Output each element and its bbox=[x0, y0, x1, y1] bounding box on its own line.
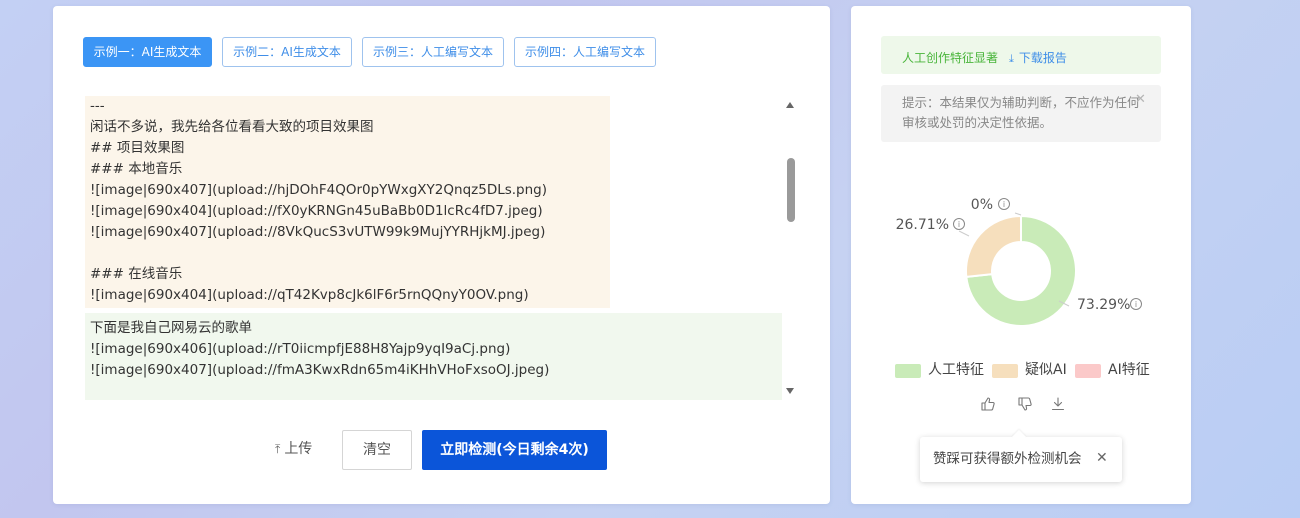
label-leader-line bbox=[958, 230, 970, 237]
upload-label: 上传 bbox=[284, 441, 313, 457]
info-icon-glyph: i bbox=[1003, 200, 1005, 209]
suspect-line: ![image|690x407](upload://hjDOhF4QOr0pYW… bbox=[90, 182, 548, 198]
result-donut-chart: 73.29% i 26.71% i 0% i bbox=[896, 197, 1142, 327]
suspect-line bbox=[90, 243, 610, 264]
download-report-link[interactable]: ⤓ 下载报告 bbox=[1009, 49, 1067, 66]
close-icon[interactable]: ✕ bbox=[1135, 93, 1146, 107]
detection-input-card: 示例一：AI生成文本 示例二：AI生成文本 示例三：人工编写文本 示例四：人工编… bbox=[53, 6, 830, 504]
suspect-line: ### 在线音乐 bbox=[90, 266, 183, 282]
result-label: 人工创作特征显著 bbox=[902, 51, 999, 65]
human-line: ![image|690x407](upload://fmA3KwxRdn65m4… bbox=[90, 362, 550, 378]
slice-label: 73.29% bbox=[1077, 297, 1130, 313]
legend-label[interactable]: 人工特征 bbox=[928, 361, 984, 379]
scrollbar-thumb[interactable] bbox=[787, 158, 795, 222]
detect-button[interactable]: 立即检测(今日剩余4次) bbox=[422, 430, 607, 470]
slice-label: 26.71% bbox=[896, 217, 949, 233]
suspect-line: ## 项目效果图 bbox=[90, 140, 185, 156]
suspect-line: ![image|690x407](upload://8VkQucS3vUTW99… bbox=[90, 224, 546, 240]
upload-icon: ⤒ bbox=[275, 442, 281, 456]
result-banner: 人工创作特征显著 ⤓ 下载报告 bbox=[881, 36, 1161, 74]
download-label: 下载报告 bbox=[1018, 51, 1067, 65]
tooltip-arrow bbox=[1011, 429, 1027, 445]
thumbs-up-icon[interactable] bbox=[980, 396, 996, 412]
suspect-line: ### 本地音乐 bbox=[90, 161, 183, 177]
tooltip-text: 赞踩可获得额外检测机会 bbox=[933, 451, 1082, 467]
suspect-line: ![image|690x404](upload://qT42Kvp8cJk6lF… bbox=[90, 287, 529, 303]
legend-label[interactable]: AI特征 bbox=[1108, 361, 1150, 379]
example-tab-2[interactable]: 示例二：AI生成文本 bbox=[222, 37, 352, 67]
donut-slice[interactable] bbox=[965, 214, 1022, 278]
disclaimer-notice: 提示：本结果仅为辅助判断，不应作为任何审核或处罚的决定性依据。 ✕ bbox=[881, 85, 1161, 142]
human-line: ![image|690x406](upload://rT0iicmpfjE88H… bbox=[90, 341, 511, 357]
human-segment: 下面是我自己网易云的歌单 ![image|690x406](upload://rT… bbox=[85, 313, 782, 400]
legend-label[interactable]: 疑似AI bbox=[1025, 361, 1067, 379]
slice-label: 0% bbox=[971, 197, 993, 213]
legend-swatch[interactable] bbox=[895, 364, 921, 378]
suspected-ai-segment: --- 闲话不多说，我先给各位看看大致的项目效果图 ## 项目效果图 ### 本地音乐… bbox=[85, 96, 610, 308]
example-tab-1[interactable]: 示例一：AI生成文本 bbox=[83, 37, 212, 67]
legend-swatch[interactable] bbox=[1075, 364, 1101, 378]
info-icon-glyph: i bbox=[1135, 300, 1137, 309]
info-icon-glyph: i bbox=[958, 220, 960, 229]
scroll-up-arrow[interactable] bbox=[786, 102, 794, 108]
upload-button[interactable]: ⤒ 上传 bbox=[275, 439, 312, 459]
example-tab-3[interactable]: 示例三：人工编写文本 bbox=[362, 37, 504, 67]
thumbs-down-icon[interactable] bbox=[1017, 396, 1033, 412]
tooltip-close-icon[interactable]: ✕ bbox=[1096, 450, 1108, 467]
download-report-icon[interactable] bbox=[1050, 396, 1066, 412]
label-leader-line bbox=[1014, 212, 1022, 216]
download-icon: ⤓ bbox=[1009, 52, 1014, 65]
disclaimer-text: 提示：本结果仅为辅助判断，不应作为任何审核或处罚的决定性依据。 bbox=[902, 95, 1140, 130]
text-editor[interactable]: --- 闲话不多说，我先给各位看看大致的项目效果图 ## 项目效果图 ### 本地音乐… bbox=[85, 96, 815, 400]
legend-swatch[interactable] bbox=[992, 364, 1018, 378]
feedback-tooltip: 赞踩可获得额外检测机会 ✕ bbox=[920, 429, 1122, 482]
example-tab-4[interactable]: 示例四：人工编写文本 bbox=[514, 37, 656, 67]
suspect-line: 闲话不多说，我先给各位看看大致的项目效果图 bbox=[90, 119, 374, 135]
suspect-line: ![image|690x404](upload://fX0yKRNGn45uBa… bbox=[90, 203, 543, 219]
scroll-down-arrow[interactable] bbox=[786, 388, 794, 394]
human-line: 下面是我自己网易云的歌单 bbox=[90, 320, 252, 336]
clear-button[interactable]: 清空 bbox=[342, 430, 412, 470]
suspect-line: --- bbox=[90, 98, 105, 114]
detection-result-card: 人工创作特征显著 ⤓ 下载报告 提示：本结果仅为辅助判断，不应作为任何审核或处罚的… bbox=[851, 6, 1191, 504]
